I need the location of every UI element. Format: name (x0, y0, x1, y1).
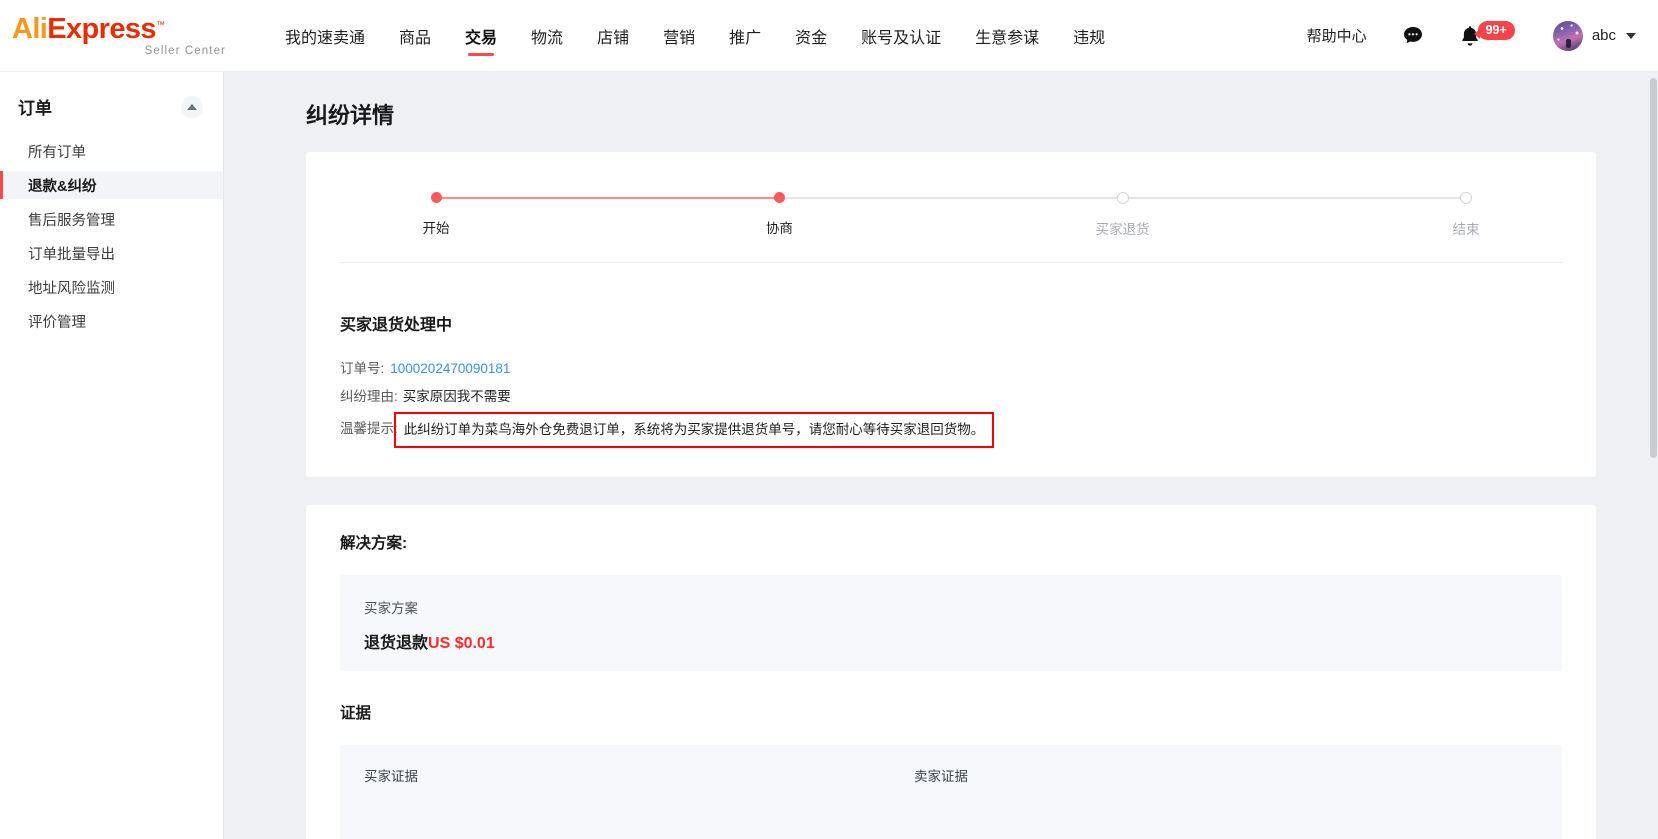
dispute-reason-row: 纠纷理由: 买家原因我不需要 (340, 383, 1562, 411)
order-number-link[interactable]: 1000202470090181 (390, 355, 510, 383)
sidebar-item-address-risk[interactable]: 地址风险监测 (0, 273, 223, 301)
user-menu[interactable]: abc (1552, 20, 1636, 51)
order-number-row: 订单号: 1000202470090181 (340, 355, 1562, 383)
sidebar-item-refund-dispute[interactable]: 退款&纠纷 (0, 171, 223, 199)
logo-ali-text: Ali (12, 12, 48, 45)
nav-item-account-certification[interactable]: 账号及认证 (844, 0, 958, 72)
step-dot-icon (773, 192, 785, 203)
chevron-up-icon (187, 103, 197, 110)
nav-item-business-advisor[interactable]: 生意参谋 (958, 0, 1056, 72)
scrollbar-thumb[interactable] (1650, 78, 1657, 458)
help-center-link[interactable]: 帮助中心 (1307, 25, 1367, 46)
nav-item-my-aliexpress[interactable]: 我的速卖通 (268, 0, 382, 72)
nav-item-marketing[interactable]: 营销 (646, 0, 712, 72)
sidebar-item-bulk-export[interactable]: 订单批量导出 (0, 239, 223, 267)
logo-express-text: Express (47, 12, 156, 45)
sidebar-item-aftersales-management[interactable]: 售后服务管理 (0, 205, 223, 233)
stepper-connector (1122, 197, 1466, 199)
dispute-status-title: 买家退货处理中 (340, 317, 453, 334)
aliexpress-logo[interactable]: AliExpress™ Seller Center (0, 0, 230, 72)
nav-item-funds[interactable]: 资金 (778, 0, 844, 72)
dispute-tip-row: 温馨提示: 此纠纷订单为菜鸟海外仓免费退订单，系统将为买家提供退货单号，请您耐心… (340, 411, 1562, 449)
buyer-plan-value: 退货退款US $0.01 (364, 629, 1538, 653)
evidence-panel: 买家证据 卖家证据 (340, 745, 1562, 839)
sidebar-item-review-management[interactable]: 评价管理 (0, 307, 223, 335)
dispute-tip-text: 此纠纷订单为菜鸟海外仓免费退订单，系统将为买家提供退货单号，请您耐心等待买家退回… (403, 421, 985, 437)
header-actions: 帮助中心 99+ abc (1307, 0, 1658, 72)
user-name-label: abc (1591, 27, 1616, 44)
evidence-section: 证据 买家证据 卖家证据 (306, 701, 1596, 839)
sidebar-item-all-orders[interactable]: 所有订单 (0, 137, 223, 165)
step-label: 开始 (422, 221, 450, 236)
stepper-connector (436, 197, 780, 199)
nav-item-violations[interactable]: 违规 (1056, 0, 1122, 72)
chat-icon[interactable] (1401, 24, 1425, 48)
sidebar-collapse-button[interactable] (181, 95, 203, 118)
nav-item-logistics[interactable]: 物流 (514, 0, 580, 72)
main-content: 纠纷详情 开始 协商 买家退货 结束 买家退货处理中 订单号: 10002024… (224, 72, 1658, 839)
dispute-details: 买家退货处理中 订单号: 1000202470090181 纠纷理由: 买家原因… (306, 289, 1596, 477)
plan-amount-text: US $0.01 (428, 635, 495, 653)
dispute-reason-label: 纠纷理由: (340, 388, 398, 404)
notifications-button[interactable]: 99+ (1459, 20, 1515, 48)
buyer-evidence-column: 买家证据 (364, 769, 418, 785)
buyer-plan-label: 买家方案 (364, 601, 418, 617)
evidence-title: 证据 (340, 705, 372, 723)
sidebar-group-orders[interactable]: 订单 (0, 72, 223, 137)
top-header: AliExpress™ Seller Center 我的速卖通 商品 交易 物流… (0, 0, 1658, 72)
stepper-track: 开始 协商 买家退货 结束 (306, 192, 1596, 238)
solution-evidence-card: 解决方案: 买家方案 退货退款US $0.01 证据 买家证据 卖家证据 (306, 505, 1596, 839)
step-dot-icon (1459, 192, 1472, 204)
dispute-summary-card: 开始 协商 买家退货 结束 买家退货处理中 订单号: 1000202470090… (306, 152, 1596, 478)
divider (340, 262, 1562, 263)
order-number-label: 订单号: (340, 361, 385, 376)
nav-item-products[interactable]: 商品 (382, 0, 448, 72)
chevron-down-icon (1626, 32, 1636, 39)
logo-trademark: ™ (155, 18, 165, 29)
sidebar-group-title: 订单 (18, 99, 52, 118)
step-label: 结束 (1452, 222, 1480, 237)
step-dot-icon (430, 192, 442, 203)
dispute-reason-value: 买家原因我不需要 (402, 388, 511, 404)
buyer-solution-panel: 买家方案 退货退款US $0.01 (340, 575, 1562, 672)
nav-item-store[interactable]: 店铺 (580, 0, 646, 72)
notification-count-badge: 99+ (1473, 20, 1515, 41)
plan-type-text: 退货退款 (364, 635, 429, 653)
dispute-tip-label: 温馨提示: (340, 420, 398, 436)
sidebar: 订单 所有订单 退款&纠纷 售后服务管理 订单批量导出 地址风险监测 评价管理 (0, 72, 224, 839)
dispute-tip-highlight-box: 此纠纷订单为菜鸟海外仓免费退订单，系统将为买家提供退货单号，请您耐心等待买家退回… (393, 411, 995, 449)
step-label: 协商 (765, 221, 793, 236)
dispute-stepper: 开始 协商 买家退货 结束 (306, 152, 1596, 289)
stepper-connector (779, 197, 1123, 199)
logo-text: AliExpress™ (12, 12, 230, 45)
nav-item-promotion[interactable]: 推广 (712, 0, 778, 72)
solution-section: 解决方案: 买家方案 退货退款US $0.01 (306, 505, 1596, 701)
page-title: 纠纷详情 (306, 103, 395, 128)
logo-subtitle: Seller Center (144, 44, 226, 57)
main-navigation: 我的速卖通 商品 交易 物流 店铺 营销 推广 资金 账号及认证 生意参谋 违规 (268, 0, 1122, 72)
step-dot-icon (1116, 192, 1129, 204)
solution-title: 解决方案: (340, 535, 408, 553)
seller-evidence-column: 卖家证据 (914, 769, 968, 785)
step-label: 买家退货 (1095, 222, 1150, 237)
nav-item-transactions[interactable]: 交易 (448, 0, 514, 72)
avatar (1552, 20, 1583, 51)
